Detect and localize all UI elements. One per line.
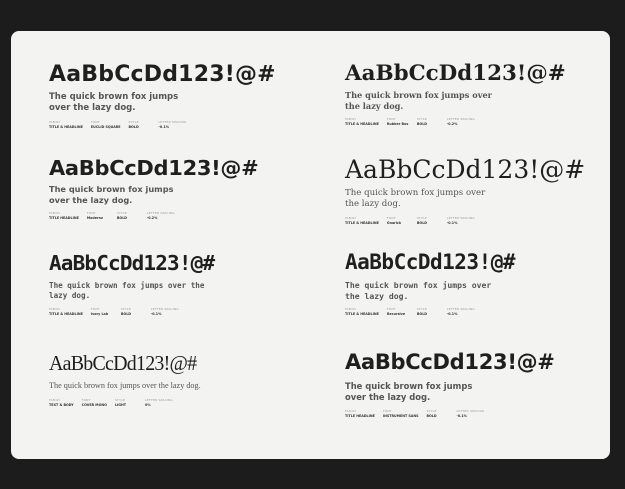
meta-label: FAMILY xyxy=(345,117,357,122)
meta-label: FAMILY xyxy=(345,408,357,413)
specimen-headline: AaBbCcDd123!@# xyxy=(345,250,516,274)
meta-label: LETTER SPACING xyxy=(446,216,475,221)
meta-label: FONT xyxy=(81,397,91,402)
meta-label: STYLE xyxy=(116,211,128,216)
meta-label: STYLE xyxy=(416,117,428,122)
meta-label: FAMILY xyxy=(345,216,357,221)
meta-label: FONT xyxy=(90,306,100,311)
meta-value: TITLE HEADLINE xyxy=(345,413,375,418)
font-specimen-1: AaBbCcDd123!@# The quick brown fox jumps… xyxy=(49,62,276,130)
meta-value: -0.2% xyxy=(446,122,458,127)
specimen-sample-text: The quick brown fox jumps over the lazy … xyxy=(345,280,492,301)
meta-label: FAMILY xyxy=(49,120,61,125)
specimen-headline: AaBbCcDd123!@# xyxy=(345,155,586,184)
specimen-sample-text: The quick brown fox jumps over the lazy … xyxy=(345,188,486,210)
meta-label: STYLE xyxy=(426,408,437,413)
meta-label: FONT xyxy=(386,117,396,122)
specimen-headline: AaBbCcDd123!@# xyxy=(345,350,555,374)
font-specimen-6: AaBbCcDd123!@# The quick brown fox jumps… xyxy=(345,250,516,317)
meta-value: INSTRUMENT SANS xyxy=(382,413,419,418)
meta-label: STYLE xyxy=(128,120,139,125)
meta-label: FONT xyxy=(386,307,396,312)
meta-label: FAMILY xyxy=(49,306,61,311)
meta-label: FONT xyxy=(386,216,396,221)
meta-label: LETTER SPACING xyxy=(146,211,175,216)
font-specimen-4: AaBbCcDd123!@# The quick brown fox jumps… xyxy=(345,157,585,225)
meta-value: BOLD xyxy=(416,122,428,127)
meta-value: TITLE & HEADLINE xyxy=(345,221,379,226)
specimen-sample-text: The quick brown fox jumps over the lazy … xyxy=(49,381,201,390)
meta-label: LETTER SPACING xyxy=(150,306,179,311)
meta-label: STYLE xyxy=(416,307,428,312)
meta-label: FAMILY xyxy=(345,307,357,312)
meta-label: STYLE xyxy=(114,397,126,402)
specimen-headline: AaBbCcDd123!@# xyxy=(49,156,259,180)
specimen-meta: FAMILY TITLE & HEADLINE FONT Gnarick STYLE… xyxy=(345,216,585,225)
meta-value: BOLD xyxy=(128,125,139,130)
meta-label: FAMILY xyxy=(49,397,61,402)
specimen-headline: AaBbCcDd123!@# xyxy=(49,251,215,275)
meta-value: -0.1% xyxy=(446,221,458,226)
meta-value: BOLD xyxy=(426,413,437,418)
meta-value: -0.1% xyxy=(456,413,467,418)
specimen-sample-text: The quick brown fox jumps over the lazy … xyxy=(49,92,179,114)
meta-label: LETTER SPACING xyxy=(446,307,475,312)
meta-label: LETTER SPACING xyxy=(446,117,475,122)
meta-value: Modernz xyxy=(86,216,103,221)
font-specimen-3: AaBbCcDd123!@# The quick brown fox jumps… xyxy=(49,158,259,220)
font-specimen-7: AaBbCcDd123!@# The quick brown fox jumps… xyxy=(49,353,209,407)
font-specimen-5: AaBbCcDd123!@# The quick brown fox jumps… xyxy=(49,253,215,316)
meta-label: STYLE xyxy=(416,216,428,221)
specimen-meta: FAMILY TITLE HEADLINE FONT Modernz STYLE BO… xyxy=(49,211,248,220)
meta-label: LETTER SPACING xyxy=(144,397,173,402)
specimen-card: AaBbCcDd123!@# The quick brown fox jumps… xyxy=(11,31,610,459)
meta-label: FONT xyxy=(86,211,96,216)
specimen-sample-text: The quick brown fox jumps over the lazy … xyxy=(49,281,205,300)
specimen-headline: AaBbCcDd123!@# xyxy=(49,62,276,87)
specimen-meta: FAMILY TITLE & HEADLINE FONT Rubber Bus ST… xyxy=(345,117,561,126)
font-specimen-2: AaBbCcDd123!@# The quick brown fox jumps… xyxy=(345,62,566,126)
meta-value: BOLD xyxy=(416,312,428,317)
meta-label: STYLE xyxy=(120,306,132,311)
meta-value: -0.1% xyxy=(150,311,162,316)
meta-value: TEXT & BODY xyxy=(49,402,74,407)
meta-label: LETTER SPACING xyxy=(456,408,485,413)
meta-value: Gnarick xyxy=(386,221,402,226)
meta-label: FONT xyxy=(90,120,100,125)
meta-value: 0% xyxy=(144,402,151,407)
meta-value: TITLE & HEADLINE xyxy=(345,312,379,317)
meta-value: BOLD xyxy=(120,311,132,316)
meta-value: -0.2% xyxy=(146,216,158,221)
specimen-meta: FAMILY TEXT & BODY FONT COVER MONO STYLE LI… xyxy=(49,398,209,407)
specimen-headline: AaBbCcDd123!@# xyxy=(49,351,197,375)
specimen-meta: FAMILY TITLE & HEADLINE FONT Recursive STY… xyxy=(345,307,515,316)
specimen-meta: FAMILY TITLE HEADLINE FONT INSTRUMENT SANS… xyxy=(345,409,555,418)
meta-label: FAMILY xyxy=(49,211,61,216)
meta-value: BOLD xyxy=(416,221,428,226)
meta-value: BOLD xyxy=(116,216,128,221)
meta-value: TITLE HEADLINE xyxy=(49,216,79,221)
specimen-sample-text: The quick brown fox jumps over the lazy … xyxy=(345,381,473,402)
meta-value: TITLE & HEADLINE xyxy=(49,311,83,316)
meta-value: EUCLID SQUARE xyxy=(90,125,121,130)
font-specimen-8: AaBbCcDd123!@# The quick brown fox jumps… xyxy=(345,352,555,418)
meta-value: Rubber Bus xyxy=(386,122,409,127)
meta-label: FONT xyxy=(382,408,392,413)
meta-value: -0.1% xyxy=(446,312,458,317)
specimen-meta: FAMILY TITLE & HEADLINE FONT Ivory Lab STY… xyxy=(49,307,209,316)
meta-value: Ivory Lab xyxy=(90,311,109,316)
specimen-sample-text: The quick brown fox jumps over the lazy … xyxy=(345,90,492,111)
meta-value: LIGHT xyxy=(114,402,126,407)
meta-value: COVER MONO xyxy=(81,402,107,407)
specimen-meta: FAMILY TITLE & HEADLINE FONT EUCLID SQUARE… xyxy=(49,120,276,129)
meta-value: TITLE & HEADLINE xyxy=(345,122,379,127)
specimen-headline: AaBbCcDd123!@# xyxy=(345,60,566,85)
specimen-sample-text: The quick brown fox jumps over the lazy … xyxy=(49,184,174,205)
meta-value: TITLE & HEADLINE xyxy=(49,125,83,130)
meta-value: -0.1% xyxy=(158,125,170,130)
meta-label: LETTER SPACING xyxy=(158,120,187,125)
meta-value: Recursive xyxy=(386,312,406,317)
